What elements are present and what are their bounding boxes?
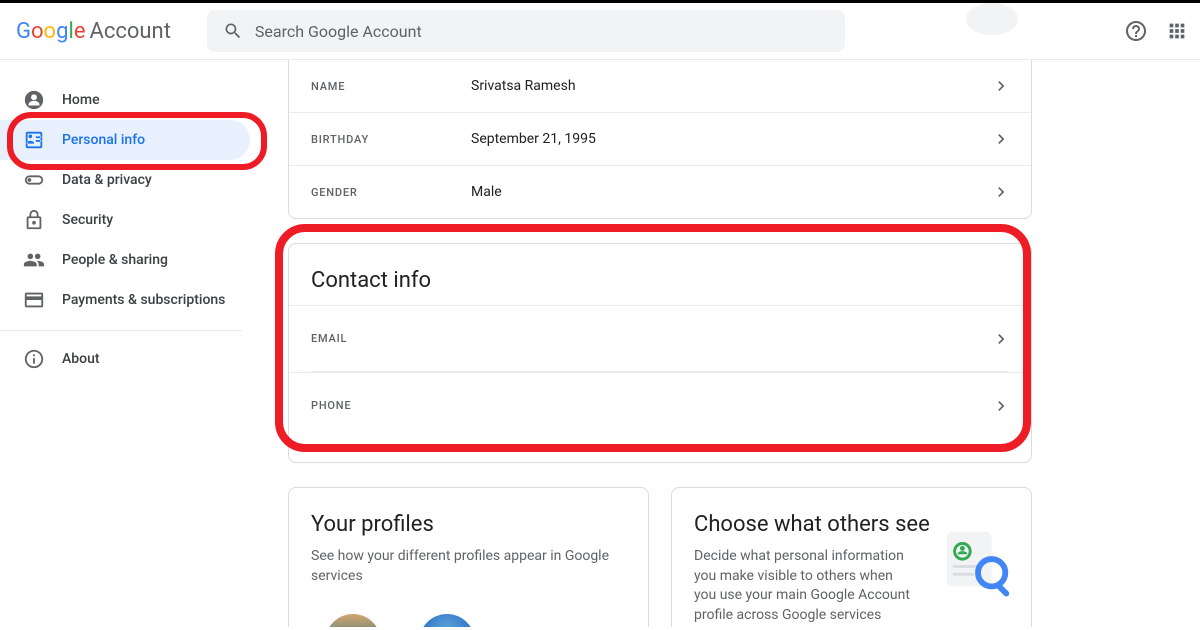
sidebar-item-personal-info[interactable]: Personal info bbox=[0, 120, 250, 160]
help-icon[interactable] bbox=[1124, 19, 1148, 43]
chevron-right-icon bbox=[991, 182, 1011, 202]
choose-others-see-card[interactable]: Choose what others see Decide what perso… bbox=[671, 487, 1032, 627]
credit-card-icon bbox=[22, 288, 46, 312]
chevron-right-icon bbox=[991, 76, 1011, 96]
info-row-birthday[interactable]: BIRTHDAY September 21, 1995 bbox=[289, 112, 1031, 165]
contact-info-card: Contact info EMAIL PHONE bbox=[288, 243, 1032, 463]
toggle-icon bbox=[22, 168, 46, 192]
contact-info-title: Contact info bbox=[289, 268, 1031, 305]
info-row-gender[interactable]: GENDER Male bbox=[289, 165, 1031, 218]
search-icon bbox=[223, 21, 243, 41]
app-header: Google Account bbox=[0, 3, 1200, 60]
profile-search-illustration bbox=[939, 524, 1017, 602]
sidebar-item-label: People & sharing bbox=[62, 252, 168, 268]
search-box[interactable] bbox=[207, 10, 845, 52]
contact-row-email[interactable]: EMAIL bbox=[289, 305, 1031, 371]
sidebar-item-label: Personal info bbox=[62, 132, 145, 148]
profile-avatar-partial bbox=[966, 3, 1018, 35]
sidebar-item-label: Security bbox=[62, 212, 113, 228]
row-label: NAME bbox=[311, 80, 471, 93]
row-label: EMAIL bbox=[311, 332, 471, 345]
sidebar-item-home[interactable]: Home bbox=[0, 80, 250, 120]
avatar bbox=[325, 614, 381, 627]
row-label: GENDER bbox=[311, 186, 471, 199]
row-label: PHONE bbox=[311, 399, 471, 412]
info-row-name[interactable]: NAME Srivatsa Ramesh bbox=[289, 60, 1031, 112]
row-value: Srivatsa Ramesh bbox=[471, 78, 576, 94]
card-description: See how your different profiles appear i… bbox=[311, 547, 626, 586]
sidebar-item-security[interactable]: Security bbox=[0, 200, 250, 240]
sidebar-item-about[interactable]: About bbox=[0, 339, 250, 379]
apps-icon[interactable] bbox=[1166, 20, 1188, 42]
row-value: September 21, 1995 bbox=[471, 131, 596, 147]
lock-icon bbox=[22, 208, 46, 232]
sidebar: Home Personal info Data & privacy Securi… bbox=[0, 60, 266, 627]
chevron-right-icon bbox=[991, 129, 1011, 149]
info-icon bbox=[22, 347, 46, 371]
your-profiles-card[interactable]: Your profiles See how your different pro… bbox=[288, 487, 649, 627]
sidebar-item-label: Data & privacy bbox=[62, 172, 152, 188]
nav-divider bbox=[0, 330, 242, 331]
chevron-right-icon bbox=[991, 396, 1011, 416]
row-label: BIRTHDAY bbox=[311, 133, 471, 146]
card-title: Your profiles bbox=[311, 512, 626, 537]
main-content: NAME Srivatsa Ramesh BIRTHDAY September … bbox=[266, 60, 1200, 627]
chevron-right-icon bbox=[991, 329, 1011, 349]
sidebar-item-label: Payments & subscriptions bbox=[62, 292, 225, 308]
sidebar-item-data-privacy[interactable]: Data & privacy bbox=[0, 160, 250, 200]
people-icon bbox=[22, 248, 46, 272]
home-icon bbox=[22, 88, 46, 112]
sidebar-item-label: About bbox=[62, 351, 100, 367]
sidebar-item-payments[interactable]: Payments & subscriptions bbox=[0, 280, 250, 320]
account-label: Account bbox=[89, 19, 170, 44]
search-input[interactable] bbox=[255, 22, 829, 41]
contact-row-phone[interactable]: PHONE bbox=[289, 372, 1031, 438]
avatar bbox=[419, 614, 475, 627]
sidebar-item-people-sharing[interactable]: People & sharing bbox=[0, 240, 250, 280]
card-description: Decide what personal information you mak… bbox=[694, 547, 912, 625]
google-account-logo[interactable]: Google Account bbox=[16, 19, 171, 44]
id-card-icon bbox=[22, 128, 46, 152]
basic-info-card: NAME Srivatsa Ramesh BIRTHDAY September … bbox=[288, 60, 1032, 219]
profile-avatars bbox=[311, 614, 626, 627]
sidebar-item-label: Home bbox=[62, 92, 100, 108]
row-value: Male bbox=[471, 184, 502, 200]
